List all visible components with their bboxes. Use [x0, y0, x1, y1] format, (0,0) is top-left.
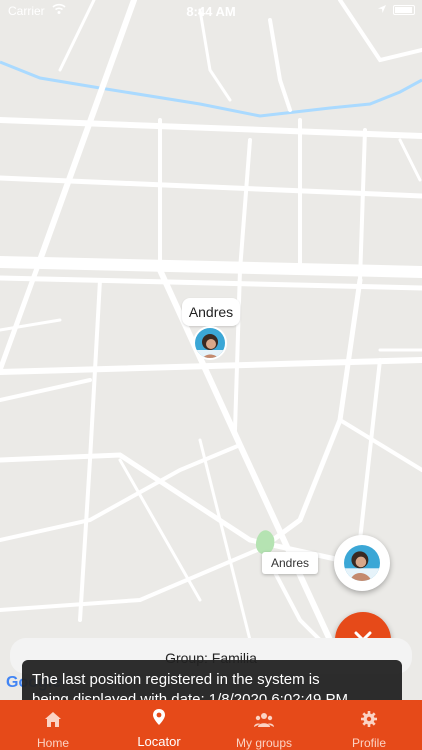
battery-icon — [393, 5, 415, 15]
tab-profile[interactable]: Profile — [316, 700, 422, 750]
tab-locator-label: Locator — [137, 734, 181, 749]
map-marker-avatar[interactable] — [193, 326, 227, 360]
status-bar: Carrier 8:44 AM — [0, 0, 422, 24]
gear-icon — [361, 711, 377, 727]
tab-my-groups-label: My groups — [235, 736, 293, 750]
map-pin-icon — [153, 709, 165, 725]
location-arrow-icon — [378, 5, 386, 13]
tab-profile-label: Profile — [351, 736, 386, 750]
avatar-photo-icon — [344, 545, 380, 581]
member-callout: Andres — [262, 552, 318, 574]
status-time: 8:44 AM — [186, 4, 236, 19]
marker-name-label: Andres — [182, 298, 240, 326]
toast-line-1: The last position registered in the syst… — [32, 671, 320, 688]
bottom-tab-bar: Home Locator My groups Profile — [0, 700, 422, 750]
home-icon — [45, 712, 61, 727]
tab-my-groups[interactable]: My groups — [211, 700, 317, 750]
tab-home[interactable]: Home — [0, 700, 106, 750]
tab-home-label: Home — [36, 736, 69, 750]
people-icon — [254, 713, 274, 727]
member-avatar-button[interactable] — [334, 535, 390, 591]
tab-locator[interactable]: Locator — [106, 700, 212, 750]
